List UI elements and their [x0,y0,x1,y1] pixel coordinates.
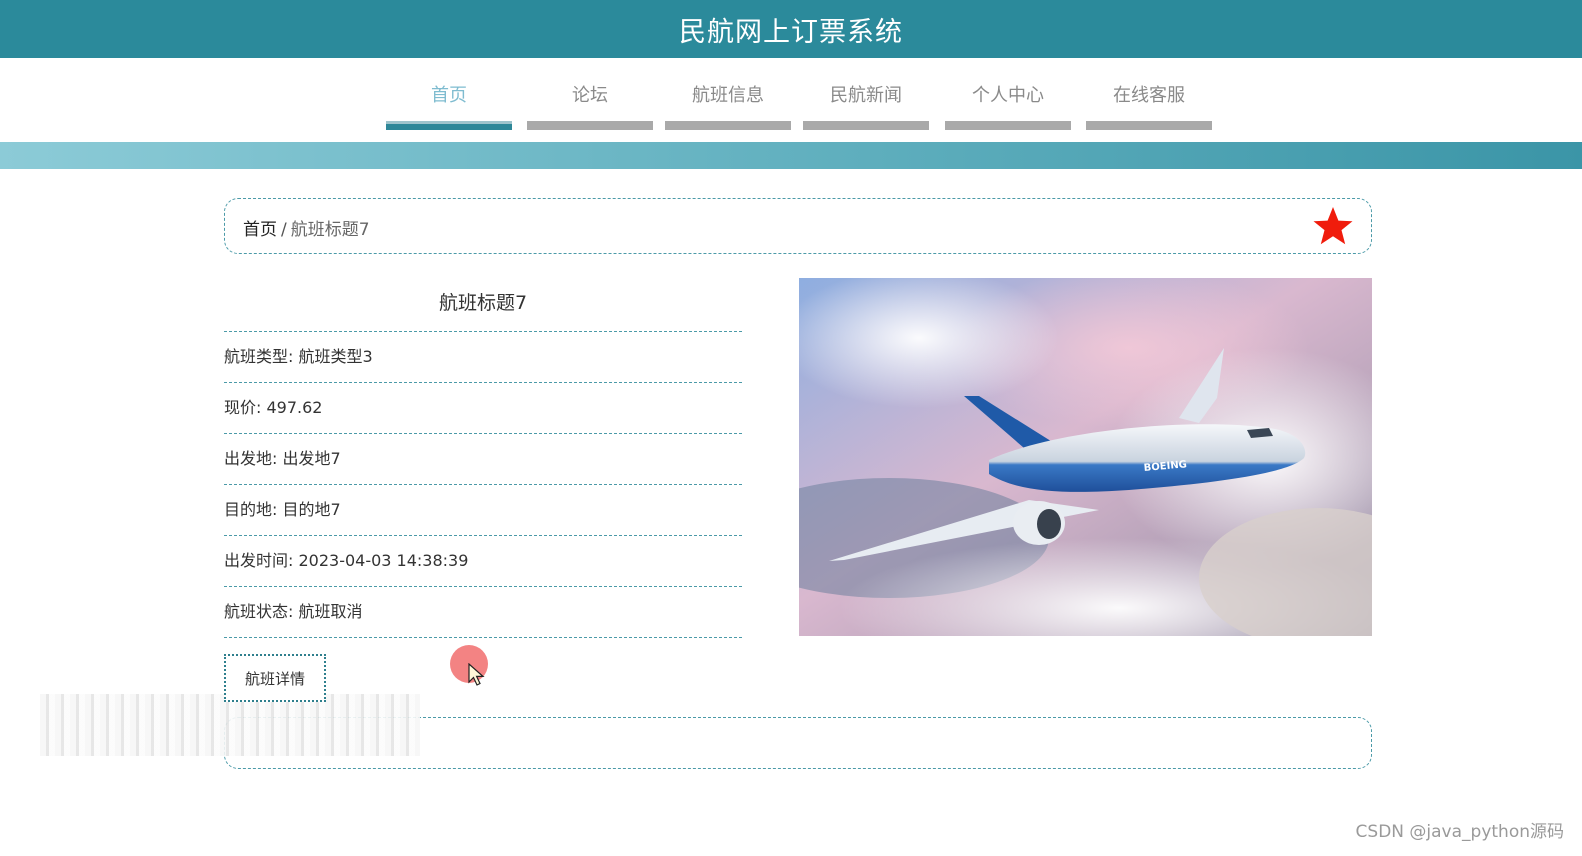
airplane-image: BOEING [799,278,1372,636]
breadcrumb-separator: / [281,220,287,240]
breadcrumb-current: 航班标题7 [290,220,370,240]
nav-item-flight-info[interactable]: 航班信息 [665,78,791,130]
flight-detail-tab[interactable]: 航班详情 [224,654,326,702]
breadcrumb-trail: 首页 / 航班标题7 [243,215,370,240]
banner-strip [0,142,1582,169]
breadcrumb-home-link[interactable]: 首页 [243,220,277,240]
site-header: 民航网上订票系统 [0,0,1582,58]
destination-row: 目的地: 目的地7 [224,485,742,536]
nav-item-label: 在线客服 [1113,85,1185,106]
flight-info-panel: 航班标题7 航班类型: 航班类型3 现价: 497.62 出发地: 出发地7 目… [224,278,742,638]
flight-status-row: 航班状态: 航班取消 [224,587,742,638]
flight-title: 航班标题7 [224,278,742,332]
nav-item-customer-service[interactable]: 在线客服 [1086,78,1212,130]
nav-item-underline [945,121,1071,130]
nav-item-underline [665,121,791,130]
site-title: 民航网上订票系统 [679,16,903,48]
price-row: 现价: 497.62 [224,383,742,434]
nav-item-label: 首页 [431,85,467,106]
flight-type-row: 航班类型: 航班类型3 [224,332,742,383]
nav-item-label: 航班信息 [692,85,764,106]
nav-item-underline [527,121,653,130]
nav-item-underline [1086,121,1212,130]
flight-photo: BOEING [799,278,1372,636]
watermark: CSDN @java_python源码 [1355,822,1564,842]
breadcrumb: 首页 / 航班标题7 [224,198,1372,254]
nav-item-label: 民航新闻 [830,85,902,106]
departure-time-row: 出发时间: 2023-04-03 14:38:39 [224,536,742,587]
nav-item-label: 个人中心 [972,85,1044,106]
nav-item-news[interactable]: 民航新闻 [803,78,929,130]
nav-item-forum[interactable]: 论坛 [527,78,653,130]
departure-row: 出发地: 出发地7 [224,434,742,485]
blurred-content [40,694,420,756]
nav-item-underline [803,121,929,130]
mouse-cursor-icon [468,663,485,686]
nav-item-label: 论坛 [572,85,608,106]
nav-item-underline [386,121,512,130]
star-icon[interactable] [1311,205,1355,249]
main-nav: 首页 论坛 航班信息 民航新闻 个人中心 在线客服 [0,58,1582,142]
nav-item-home[interactable]: 首页 [386,78,512,130]
nav-item-personal-center[interactable]: 个人中心 [945,78,1071,130]
